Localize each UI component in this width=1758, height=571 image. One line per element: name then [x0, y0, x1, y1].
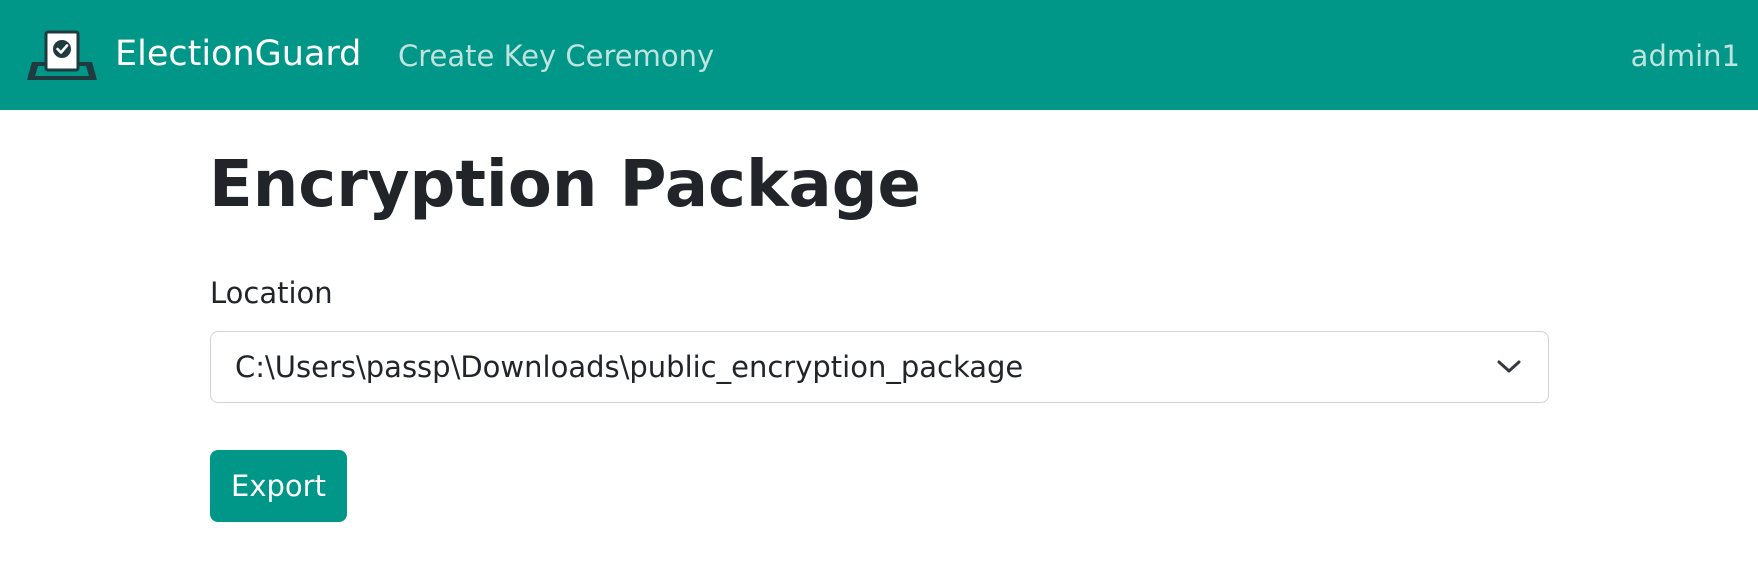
- chevron-down-icon: [1496, 356, 1522, 376]
- ballot-box-check-icon[interactable]: [26, 28, 98, 84]
- location-select-value: C:\Users\passp\Downloads\public_encrypti…: [235, 350, 1024, 384]
- top-navbar: ElectionGuard Create Key Ceremony admin1: [0, 0, 1758, 110]
- location-select[interactable]: C:\Users\passp\Downloads\public_encrypti…: [210, 331, 1549, 403]
- brand-name[interactable]: ElectionGuard: [115, 32, 361, 76]
- nav-link-create-key-ceremony[interactable]: Create Key Ceremony: [398, 38, 714, 74]
- user-menu[interactable]: admin1: [1631, 38, 1740, 74]
- location-label: Location: [210, 276, 333, 310]
- page-title: Encryption Package: [209, 148, 921, 222]
- export-button[interactable]: Export: [210, 450, 347, 522]
